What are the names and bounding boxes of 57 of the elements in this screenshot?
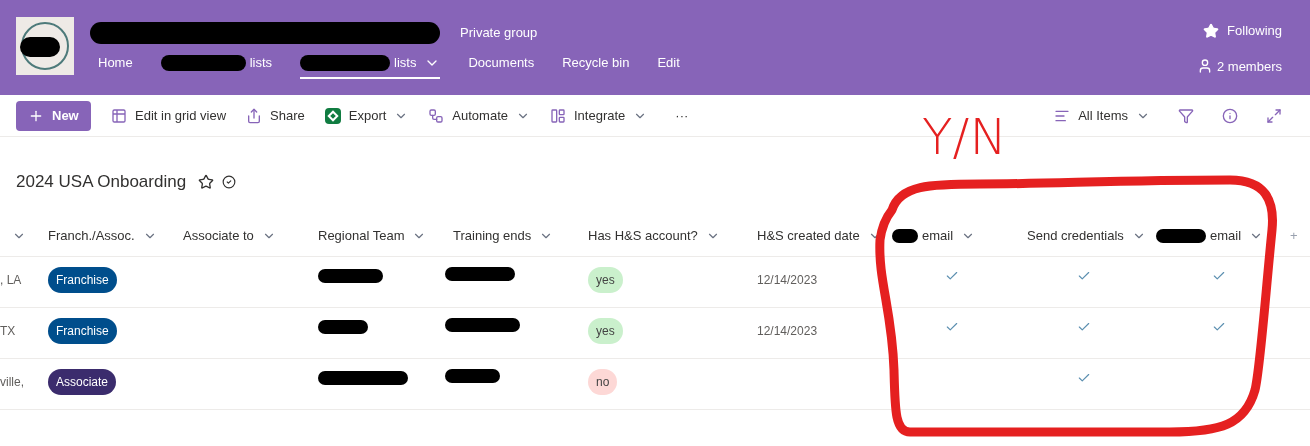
column-header[interactable]: Has H&S account?	[588, 225, 720, 246]
toolbar-button[interactable]: Integrate	[550, 105, 648, 126]
check-circle-icon[interactable]	[222, 175, 237, 189]
redaction-mark	[1156, 228, 1206, 243]
filter-icon[interactable]	[1178, 107, 1194, 124]
group-privacy-label: Private group	[460, 24, 538, 43]
type-tag: Franchise	[48, 267, 117, 293]
redaction-mark	[318, 269, 383, 283]
toolbar-button[interactable]: Automate	[428, 105, 530, 126]
share-icon	[246, 107, 263, 124]
table-cell: TX	[0, 324, 16, 338]
column-header[interactable]: email	[892, 225, 976, 246]
nav-link[interactable]: Recycle bin	[562, 53, 630, 79]
nav-link[interactable]: Edit	[657, 53, 680, 79]
table-cell: 12/14/2023	[757, 273, 818, 287]
type-tag: Franchise	[48, 318, 117, 344]
column-header[interactable]: Franch./Assoc.	[48, 225, 157, 246]
table-cell: 12/14/2023	[757, 324, 818, 338]
type-tag: Associate	[48, 369, 117, 395]
redaction-mark	[445, 369, 500, 383]
info-icon[interactable]	[1222, 107, 1238, 124]
column-header[interactable]: Associate to	[183, 225, 276, 246]
redaction-mark	[318, 320, 368, 334]
handwritten-note: Y/N	[922, 112, 1007, 162]
nav-link[interactable]: lists	[160, 53, 273, 79]
panels-icon	[550, 107, 566, 124]
nav-link[interactable]: Home	[98, 53, 133, 79]
column-header[interactable]: Regional Team	[318, 225, 427, 246]
new-button[interactable]: New	[16, 100, 91, 131]
more-button[interactable]: ···	[675, 105, 689, 126]
grid-icon	[111, 107, 127, 124]
nav-link[interactable]: Documents	[468, 53, 535, 79]
view-selector[interactable]: All Items	[1054, 105, 1150, 126]
status-pill: no	[588, 369, 618, 395]
status-pill: yes	[588, 267, 623, 293]
list-title: 2024 USA Onboarding	[16, 171, 187, 194]
star-icon[interactable]	[198, 174, 215, 190]
flow-icon	[428, 107, 445, 124]
redaction-mark	[445, 267, 515, 281]
following-button[interactable]: Following	[1203, 21, 1282, 41]
site-logo	[16, 17, 74, 75]
members-button[interactable]: 2 members	[1196, 56, 1282, 76]
redaction-mark	[892, 228, 918, 243]
toolbar-button[interactable]: Share	[246, 105, 305, 126]
column-header[interactable]: Training ends	[453, 225, 554, 246]
table-cell: ville,	[0, 375, 24, 389]
star-icon	[1203, 22, 1220, 39]
toolbar-button[interactable]: Edit in grid view	[111, 105, 227, 126]
status-pill: yes	[588, 318, 623, 344]
expand-icon[interactable]	[1266, 107, 1282, 124]
table-cell: , LA	[0, 273, 22, 287]
column-header[interactable]: Send credentials	[1027, 225, 1146, 246]
spreadsheet-icon	[324, 107, 341, 124]
column-header[interactable]: email	[1156, 225, 1264, 246]
toolbar-button[interactable]: Export	[324, 105, 409, 126]
nav-link[interactable]: lists	[300, 53, 441, 79]
column-header[interactable]: H&S created date	[757, 225, 882, 246]
